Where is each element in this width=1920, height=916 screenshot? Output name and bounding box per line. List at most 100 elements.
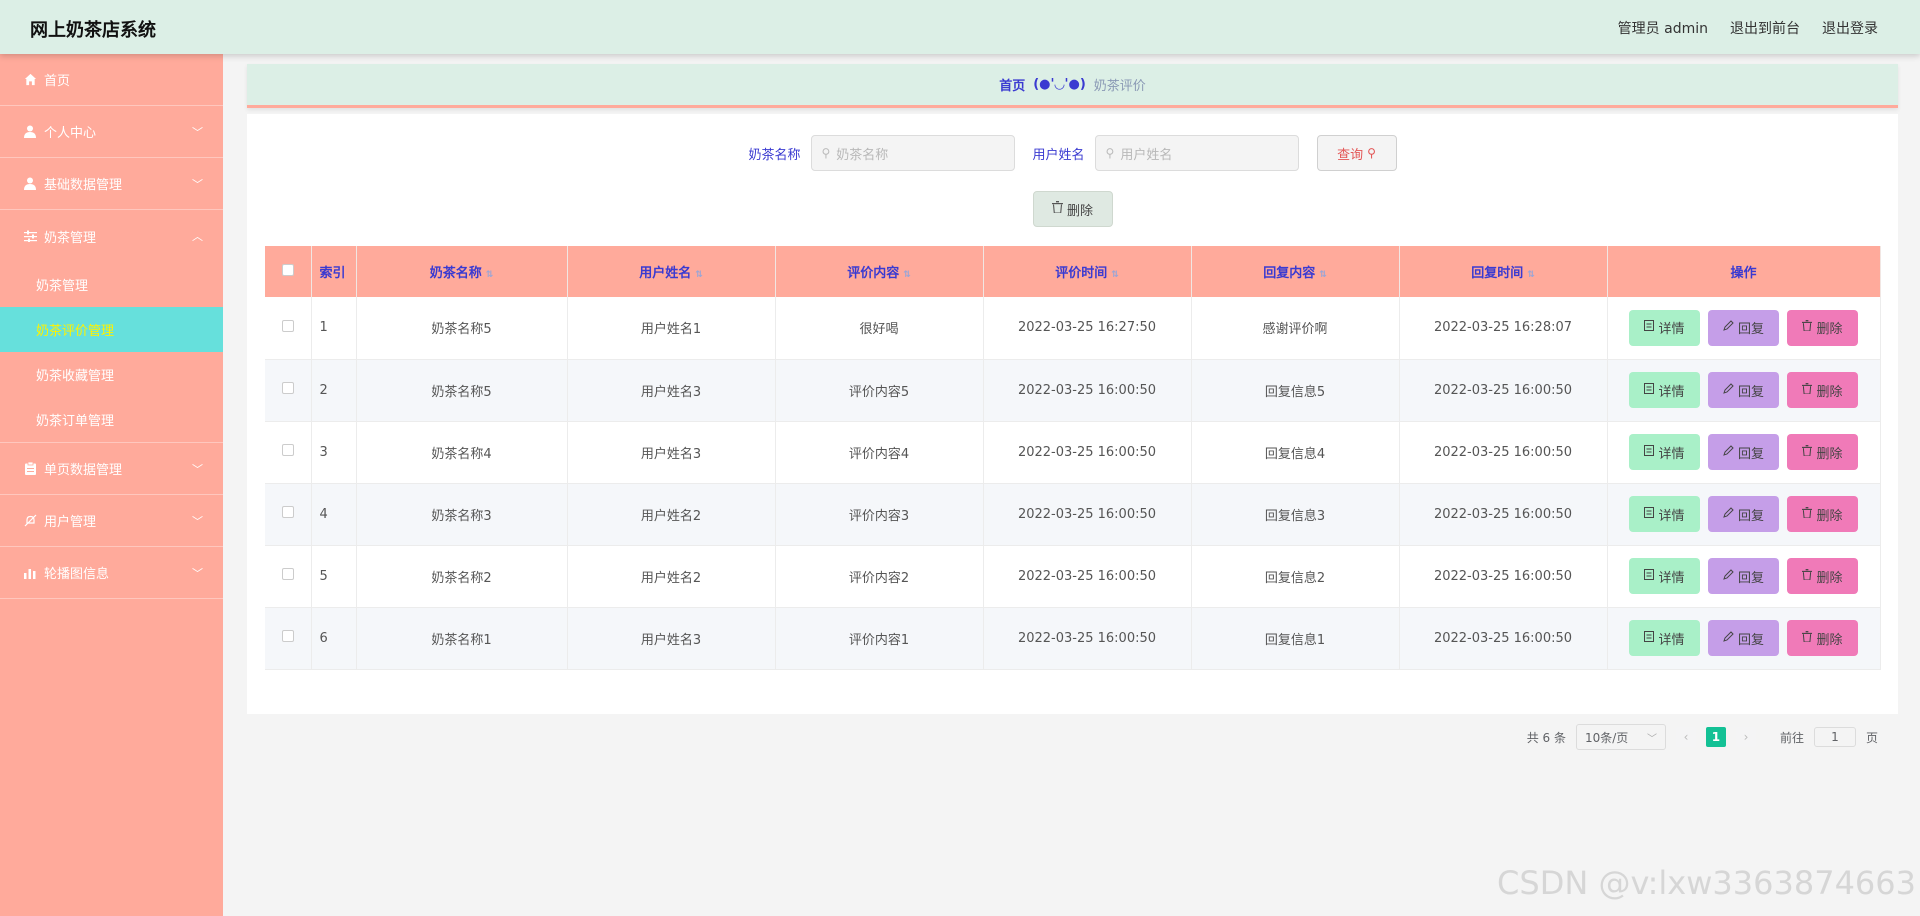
detail-button[interactable]: 详情 <box>1629 558 1700 594</box>
cell-reply-time: 2022-03-25 16:28:07 <box>1399 297 1608 360</box>
user-name-input[interactable]: ⚲ 用户姓名 <box>1094 135 1299 171</box>
row-checkbox[interactable] <box>281 444 294 456</box>
reply-button[interactable]: 回复 <box>1708 620 1779 656</box>
row-checkbox[interactable] <box>281 568 294 580</box>
breadcrumb: 首页 (●'◡'●) 奶茶评价 <box>247 64 1898 108</box>
cell-select[interactable] <box>265 359 312 422</box>
cell-reply-content: 感谢评价啊 <box>1191 297 1400 360</box>
breadcrumb-current: 奶茶评价 <box>1093 79 1146 94</box>
delete-button[interactable]: 删除 <box>1787 496 1858 532</box>
breadcrumb-home[interactable]: 首页 <box>999 75 1025 94</box>
delete-button-label: 删除 <box>1816 632 1843 648</box>
sidebar-item-single-page[interactable]: 单页数据管理 ﹀ <box>0 443 223 495</box>
col-reply-time[interactable]: 回复时间 ⇅ <box>1399 246 1608 297</box>
reply-button-label: 回复 <box>1737 384 1764 400</box>
batch-delete-button[interactable]: 删除 <box>1032 191 1113 227</box>
sidebar-subitem-review-manage[interactable]: 奶茶评价管理 <box>0 307 223 352</box>
detail-button-label: 详情 <box>1658 322 1685 338</box>
row-checkbox[interactable] <box>281 382 294 394</box>
delete-button[interactable]: 删除 <box>1787 620 1858 656</box>
sidebar-item-label: 个人中心 <box>44 126 97 141</box>
sidebar-item-milk-tea[interactable]: 奶茶管理 ︿ <box>0 210 223 262</box>
trash-icon <box>1802 382 1813 398</box>
delete-button[interactable]: 删除 <box>1787 309 1858 346</box>
reply-button[interactable]: 回复 <box>1708 372 1779 408</box>
col-label: 回复内容 <box>1263 266 1316 281</box>
col-review-time[interactable]: 评价时间 ⇅ <box>983 246 1192 297</box>
delete-button[interactable]: 删除 <box>1787 372 1858 408</box>
select-all-header[interactable] <box>265 246 312 297</box>
cell-milk-tea-name: 奶茶名称2 <box>356 545 568 608</box>
delete-button[interactable]: 删除 <box>1787 434 1858 470</box>
page-size-select[interactable]: 10条/页 ﹀ <box>1575 724 1666 750</box>
col-milk-tea-name[interactable]: 奶茶名称 ⇅ <box>356 246 568 297</box>
goto-page-input[interactable]: 1 <box>1813 727 1856 747</box>
detail-button[interactable]: 详情 <box>1629 309 1700 346</box>
detail-button[interactable]: 详情 <box>1629 496 1700 532</box>
milk-tea-name-input[interactable]: ⚲ 奶茶名称 <box>810 135 1015 171</box>
document-icon <box>1644 568 1655 584</box>
reply-button[interactable]: 回复 <box>1708 496 1779 532</box>
cell-user-name: 用户姓名2 <box>567 483 776 546</box>
row-checkbox[interactable] <box>281 506 294 518</box>
table-header-row: 索引 奶茶名称 ⇅ 用户姓名 ⇅ 评价内容 ⇅ 评价时间 ⇅ 回复内容 ⇅ 回复时间 ⇅ 操… <box>265 246 1881 297</box>
sidebar-item-carousel[interactable]: 轮播图信息 ﹀ <box>0 547 223 599</box>
reply-button[interactable]: 回复 <box>1708 309 1779 346</box>
top-header: 网上奶茶店系统 管理员 admin 退出到前台 退出登录 <box>0 0 1920 54</box>
cell-reply-content: 回复信息3 <box>1191 483 1400 546</box>
logout-link[interactable]: 退出登录 <box>1822 18 1878 38</box>
sidebar-item-personal-center[interactable]: 个人中心 ﹀ <box>0 106 223 158</box>
home-icon <box>22 72 38 88</box>
col-review-content[interactable]: 评价内容 ⇅ <box>775 246 984 297</box>
cell-select[interactable] <box>265 297 312 360</box>
sort-icon[interactable]: ⇅ <box>1527 270 1535 280</box>
sidebar-subitem-milk-tea-manage[interactable]: 奶茶管理 <box>0 262 223 307</box>
query-button[interactable]: 查询 ⚲ <box>1316 135 1397 171</box>
reply-button[interactable]: 回复 <box>1708 558 1779 594</box>
exit-to-frontend-link[interactable]: 退出到前台 <box>1730 18 1800 38</box>
cell-select[interactable] <box>265 545 312 608</box>
row-checkbox[interactable] <box>281 319 294 332</box>
admin-user-link[interactable]: 管理员 admin <box>1618 18 1708 38</box>
sidebar-item-user-manage[interactable]: 用户管理 ﹀ <box>0 495 223 547</box>
row-checkbox[interactable] <box>281 630 294 642</box>
edit-icon <box>1723 444 1734 460</box>
table-row: 4 奶茶名称3 用户姓名2 评价内容3 2022-03-25 16:00:50 回复信息3… <box>265 483 1881 546</box>
sort-icon[interactable]: ⇅ <box>695 270 703 280</box>
list-panel: 奶茶名称 ⚲ 奶茶名称 用户姓名 ⚲ 用户姓名 查询 ⚲ 删除 索引 奶茶名称 … <box>247 114 1898 750</box>
reply-button[interactable]: 回复 <box>1708 434 1779 470</box>
sidebar-subitem-favorite-manage[interactable]: 奶茶收藏管理 <box>0 352 223 397</box>
sliders-icon <box>22 228 38 244</box>
sidebar-item-label: 首页 <box>44 74 71 89</box>
select-all-checkbox[interactable] <box>281 263 294 276</box>
sidebar-item-basic-data[interactable]: 基础数据管理 ﹀ <box>0 158 223 210</box>
page-number-current[interactable]: 1 <box>1705 727 1726 747</box>
sort-icon[interactable]: ⇅ <box>486 270 494 280</box>
sort-icon[interactable]: ⇅ <box>1319 270 1327 280</box>
delete-button[interactable]: 删除 <box>1787 558 1858 594</box>
cell-select[interactable] <box>265 483 312 546</box>
page-size-value: 10条/页 <box>1584 730 1629 745</box>
bell-off-icon <box>22 513 38 529</box>
next-page-button[interactable]: › <box>1735 727 1756 747</box>
col-index: 索引 <box>311 246 357 297</box>
row-actions: 详情 回复 删除 <box>1608 496 1880 532</box>
cell-milk-tea-name: 奶茶名称5 <box>356 297 568 360</box>
sidebar-item-home[interactable]: 首页 <box>0 54 223 106</box>
detail-button[interactable]: 详情 <box>1629 372 1700 408</box>
sort-icon[interactable]: ⇅ <box>903 270 911 280</box>
sort-icon[interactable]: ⇅ <box>1111 270 1119 280</box>
cell-actions: 详情 回复 删除 <box>1607 421 1881 484</box>
cell-reply-time: 2022-03-25 16:00:50 <box>1399 607 1608 670</box>
cell-select[interactable] <box>265 607 312 670</box>
cell-reply-content: 回复信息1 <box>1191 607 1400 670</box>
col-user-name[interactable]: 用户姓名 ⇅ <box>567 246 776 297</box>
cell-select[interactable] <box>265 421 312 484</box>
prev-page-button[interactable]: ‹ <box>1675 727 1696 747</box>
sidebar-subitem-order-manage[interactable]: 奶茶订单管理 <box>0 397 223 442</box>
col-reply-content[interactable]: 回复内容 ⇅ <box>1191 246 1400 297</box>
top-links: 管理员 admin 退出到前台 退出登录 <box>1618 18 1878 38</box>
detail-button[interactable]: 详情 <box>1629 620 1700 656</box>
cell-user-name: 用户姓名3 <box>567 359 776 422</box>
detail-button[interactable]: 详情 <box>1629 434 1700 470</box>
